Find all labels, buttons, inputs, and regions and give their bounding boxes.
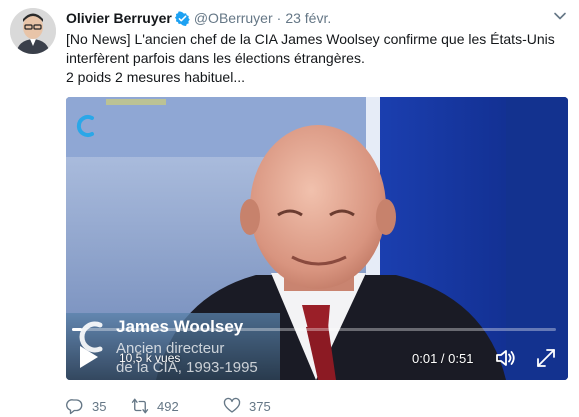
lower-third-name: James Woolsey — [116, 317, 244, 336]
video-timecode: 0:01 / 0:51 — [412, 351, 474, 366]
author-name[interactable]: Olivier Berruyer — [66, 10, 172, 26]
avatar[interactable] — [10, 8, 56, 54]
like-button[interactable]: 375 — [223, 397, 271, 415]
tweet-actions: 35 492 375 — [66, 396, 271, 416]
heart-icon — [223, 397, 241, 413]
tweet-text-line: interfèrent parfois dans les élections é… — [66, 50, 365, 66]
view-count: 10,5 k vues — [119, 351, 181, 365]
retweet-button[interactable]: 492 — [131, 397, 223, 415]
chevron-down-icon[interactable] — [553, 9, 567, 23]
verified-badge-icon — [174, 10, 190, 26]
channel-logo-icon — [76, 115, 94, 137]
retweet-count: 492 — [157, 398, 179, 414]
video-progress-bar[interactable] — [72, 328, 556, 331]
tweet-text-line: 2 poids 2 mesures habituel... — [66, 69, 245, 85]
tweet[interactable]: Olivier Berruyer @OBerruyer · 23 févr. [… — [0, 0, 579, 417]
video-player[interactable]: James Woolsey Ancien directeur de la CIA… — [66, 97, 568, 380]
reply-icon — [66, 399, 83, 415]
tweet-text: [No News] L'ancien chef de la CIA James … — [66, 30, 566, 87]
like-count: 375 — [249, 398, 271, 414]
tweet-date[interactable]: 23 févr. — [285, 10, 331, 26]
avatar-photo — [10, 8, 56, 54]
fullscreen-icon[interactable] — [534, 346, 558, 370]
author-handle[interactable]: @OBerruyer — [194, 10, 273, 26]
reply-count: 35 — [92, 398, 107, 414]
reply-button[interactable]: 35 — [66, 397, 131, 415]
tweet-text-line: [No News] L'ancien chef de la CIA James … — [66, 31, 555, 47]
play-icon[interactable] — [78, 344, 100, 370]
separator-dot: · — [276, 10, 282, 26]
volume-icon[interactable] — [494, 346, 518, 370]
video-progress-fill — [72, 328, 82, 331]
retweet-icon — [131, 398, 149, 414]
video-frame — [66, 97, 568, 380]
tweet-header: Olivier Berruyer @OBerruyer · 23 févr. — [66, 9, 331, 27]
